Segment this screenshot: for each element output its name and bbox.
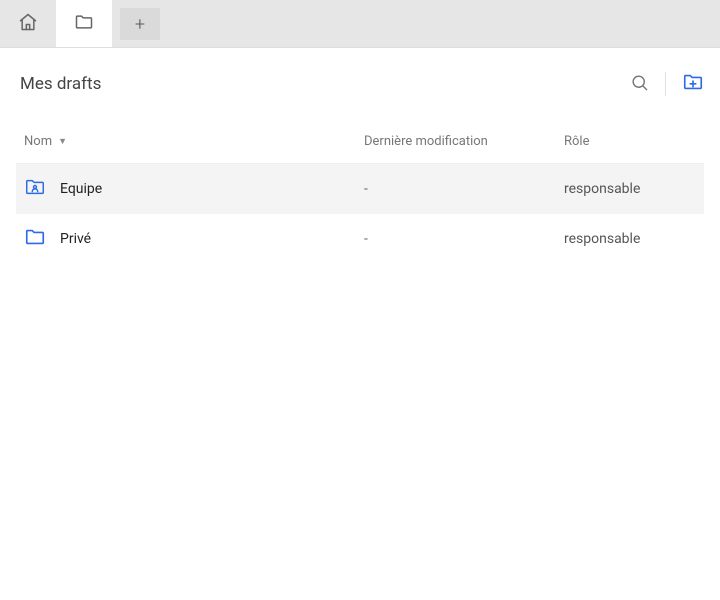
tab-files[interactable] — [56, 0, 112, 47]
column-name[interactable]: Nom ▼ — [24, 134, 364, 149]
folder-icon — [74, 12, 94, 36]
table-row[interactable]: Privé -responsable — [16, 214, 704, 264]
row-name-label: Privé — [60, 231, 91, 247]
page-title: Mes drafts — [16, 74, 630, 94]
plus-icon: + — [135, 14, 145, 35]
new-folder-icon — [682, 71, 704, 97]
row-modified-cell: - — [364, 231, 564, 247]
column-modified[interactable]: Dernière modification — [364, 134, 564, 149]
tab-bar: + — [0, 0, 720, 48]
column-role-label: Rôle — [564, 134, 589, 149]
sort-desc-icon: ▼ — [58, 136, 67, 147]
team-folder-icon — [24, 176, 46, 202]
search-icon — [630, 73, 649, 96]
column-name-label: Nom — [24, 134, 52, 149]
new-folder-button[interactable] — [682, 71, 704, 97]
row-name-cell: Privé — [24, 226, 364, 252]
table-row[interactable]: Equipe -responsable — [16, 164, 704, 214]
column-modified-label: Dernière modification — [364, 134, 488, 149]
divider — [665, 72, 666, 96]
search-button[interactable] — [630, 73, 649, 96]
row-name-cell: Equipe — [24, 176, 364, 202]
row-role-cell: responsable — [564, 181, 696, 197]
home-icon — [18, 12, 38, 36]
column-role[interactable]: Rôle — [564, 134, 696, 149]
file-list: Equipe-responsablePrivé-responsable — [16, 164, 704, 264]
row-name-label: Equipe — [60, 181, 102, 197]
header-actions — [630, 71, 704, 97]
content-area: Mes drafts Nom ▼ Dernière modification R… — [0, 48, 720, 264]
tab-home[interactable] — [0, 0, 56, 47]
column-headers: Nom ▼ Dernière modification Rôle — [16, 120, 704, 164]
page-header: Mes drafts — [16, 48, 704, 120]
row-modified-cell: - — [364, 181, 564, 197]
tab-add[interactable]: + — [120, 8, 160, 40]
row-role-cell: responsable — [564, 231, 696, 247]
folder-icon — [24, 226, 46, 252]
